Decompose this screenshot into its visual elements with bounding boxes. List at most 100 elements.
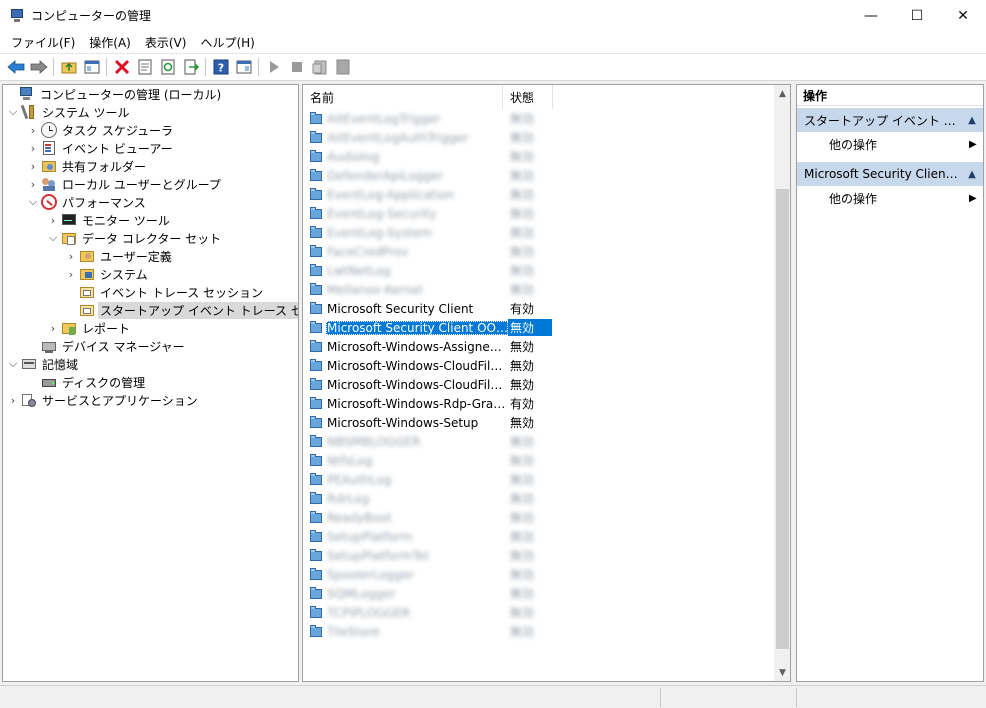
chevron-right-icon[interactable]: ›: [47, 211, 59, 229]
maximize-button[interactable]: ☐: [894, 0, 940, 31]
tree-item-user-defined[interactable]: › ユーザー定義: [65, 247, 174, 265]
list-item[interactable]: NBSMBLOGGER 無効: [309, 432, 552, 451]
chevron-right-icon[interactable]: ›: [27, 175, 39, 193]
list-item[interactable]: Microsoft Security Client 有効: [309, 299, 552, 318]
list-item[interactable]: PEAuthLog 無効: [309, 470, 552, 489]
data-manager-button[interactable]: [331, 56, 354, 78]
action-other-ops-1[interactable]: 他の操作 ▶: [797, 133, 983, 155]
tree-item-system[interactable]: › システム: [65, 265, 150, 283]
action-section-startup-trace[interactable]: スタートアップ イベント トレース ... ▲: [797, 108, 983, 132]
list-item[interactable]: Mellanox-Kernel 無効: [309, 280, 552, 299]
list-item[interactable]: TileStore 無効: [309, 622, 552, 641]
show-hide-action-pane-button[interactable]: [232, 56, 255, 78]
list-item[interactable]: DefenderApiLogger 無効: [309, 166, 552, 185]
list-item[interactable]: RdrLog 無効: [309, 489, 552, 508]
tree-item-local-users[interactable]: › ローカル ユーザーとグループ: [27, 175, 223, 193]
title-bar: コンピューターの管理 — ☐ ✕: [0, 0, 986, 31]
help-button[interactable]: ?: [209, 56, 232, 78]
forward-button[interactable]: [27, 56, 50, 78]
start-button[interactable]: [262, 56, 285, 78]
list-item[interactable]: EventLog-System 無効: [309, 223, 552, 242]
chevron-down-icon[interactable]: ⌵: [47, 229, 59, 247]
list-item[interactable]: Microsoft-Windows-CloudFiles... 無効: [309, 375, 552, 394]
menu-view[interactable]: 表示(V): [138, 34, 194, 51]
menu-help[interactable]: ヘルプ(H): [193, 34, 261, 51]
export-list-button[interactable]: [179, 56, 202, 78]
action-other-ops-2[interactable]: 他の操作 ▶: [797, 187, 983, 209]
close-button[interactable]: ✕: [940, 0, 986, 31]
list-item[interactable]: FaceCredProv 無効: [309, 242, 552, 261]
list-item[interactable]: SQMLogger 無効: [309, 584, 552, 603]
tree-item-performance[interactable]: ⌵ パフォーマンス: [27, 193, 148, 211]
vertical-scrollbar[interactable]: ▲ ▼: [774, 85, 790, 681]
save-template-button[interactable]: [308, 56, 331, 78]
tree-item-system-tools[interactable]: ⌵ システム ツール: [7, 103, 131, 121]
tree-item-task-scheduler[interactable]: › タスク スケジューラ: [27, 121, 175, 139]
list-item[interactable]: TCPIPLOGGER 無効: [309, 603, 552, 622]
list-item[interactable]: EventLog-Security 無効: [309, 204, 552, 223]
list-item[interactable]: NtfsLog 無効: [309, 451, 552, 470]
tree-item-storage[interactable]: ⌵ 記憶域: [7, 355, 80, 373]
list-item[interactable]: EventLog-Application 無効: [309, 185, 552, 204]
show-hide-tree-button[interactable]: [80, 56, 103, 78]
list-item-state: 無効: [508, 319, 552, 336]
chevron-right-icon[interactable]: ›: [7, 391, 19, 409]
chevron-right-icon[interactable]: ›: [27, 157, 39, 175]
list-item[interactable]: Microsoft-Windows-Rdp-Grap... 有効: [309, 394, 552, 413]
list-item[interactable]: SpoolerLogger 無効: [309, 565, 552, 584]
chevron-down-icon[interactable]: ⌵: [7, 355, 19, 373]
list-item[interactable]: Microsoft Security Client OOBE 無効: [309, 318, 552, 337]
up-level-button[interactable]: [57, 56, 80, 78]
column-header-name[interactable]: 名前: [303, 85, 503, 109]
chevron-right-icon[interactable]: ›: [27, 121, 39, 139]
list-item[interactable]: Microsoft-Windows-AssignedA... 無効: [309, 337, 552, 356]
properties-button[interactable]: [133, 56, 156, 78]
scroll-down-icon[interactable]: ▼: [774, 664, 790, 681]
back-button[interactable]: [4, 56, 27, 78]
expander: [27, 373, 39, 391]
list-item-state: 無効: [510, 492, 535, 506]
chevron-right-icon[interactable]: ›: [65, 265, 77, 283]
action-section-security-client[interactable]: Microsoft Security Client O... ▲: [797, 162, 983, 186]
collapse-up-icon[interactable]: ▲: [961, 169, 983, 180]
column-header-state[interactable]: 状態: [503, 85, 553, 109]
tree-item-device-manager[interactable]: デバイス マネージャー: [27, 337, 187, 355]
trace-session-icon: [309, 282, 323, 297]
refresh-button[interactable]: [156, 56, 179, 78]
list-item-state: 無効: [510, 207, 535, 221]
chevron-down-icon[interactable]: ⌵: [7, 103, 19, 121]
tree-item-root[interactable]: コンピューターの管理 (ローカル): [5, 85, 223, 103]
tree-item-event-viewer[interactable]: › イベント ビューアー: [27, 139, 175, 157]
scroll-up-icon[interactable]: ▲: [774, 85, 790, 102]
chevron-right-icon[interactable]: ›: [47, 319, 59, 337]
list-item[interactable]: AitEventLogAuthTrigger 無効: [309, 128, 552, 147]
list-item[interactable]: SetupPlatform 無効: [309, 527, 552, 546]
play-icon: [269, 61, 279, 73]
menu-file[interactable]: ファイル(F): [4, 34, 82, 51]
menu-action[interactable]: 操作(A): [82, 34, 138, 51]
stop-button[interactable]: [285, 56, 308, 78]
tree-item-event-trace-sessions[interactable]: イベント トレース セッション: [65, 283, 265, 301]
collapse-up-icon[interactable]: ▲: [961, 115, 983, 126]
chevron-down-icon[interactable]: ⌵: [27, 193, 39, 211]
tree-item-monitor-tools[interactable]: › モニター ツール: [47, 211, 172, 229]
list-item[interactable]: Audiolog 無効: [309, 147, 552, 166]
trace-session-icon: [309, 111, 323, 126]
tree-item-startup-event-trace[interactable]: スタートアップ イベント トレース セッション: [65, 301, 298, 319]
tree-item-disk-management[interactable]: ディスクの管理: [27, 373, 147, 391]
scroll-thumb[interactable]: [776, 189, 789, 649]
chevron-right-icon[interactable]: ›: [27, 139, 39, 157]
chevron-right-icon[interactable]: ›: [65, 247, 77, 265]
tree-item-data-collector-sets[interactable]: ⌵ データ コレクター セット: [47, 229, 223, 247]
list-item[interactable]: AitEventLogTrigger 無効: [309, 109, 552, 128]
list-item[interactable]: LwtNetLog 無効: [309, 261, 552, 280]
tree-item-services-apps[interactable]: › サービスとアプリケーション: [7, 391, 200, 409]
tree-item-shared-folders[interactable]: › 共有フォルダー: [27, 157, 148, 175]
list-item[interactable]: Microsoft-Windows-CloudFiles... 無効: [309, 356, 552, 375]
list-item[interactable]: ReadyBoot 無効: [309, 508, 552, 527]
delete-button[interactable]: [110, 56, 133, 78]
tree-item-reports[interactable]: › レポート: [47, 319, 132, 337]
list-item[interactable]: SetupPlatformTel 無効: [309, 546, 552, 565]
list-item[interactable]: Microsoft-Windows-Setup 無効: [309, 413, 552, 432]
minimize-button[interactable]: —: [848, 0, 894, 31]
